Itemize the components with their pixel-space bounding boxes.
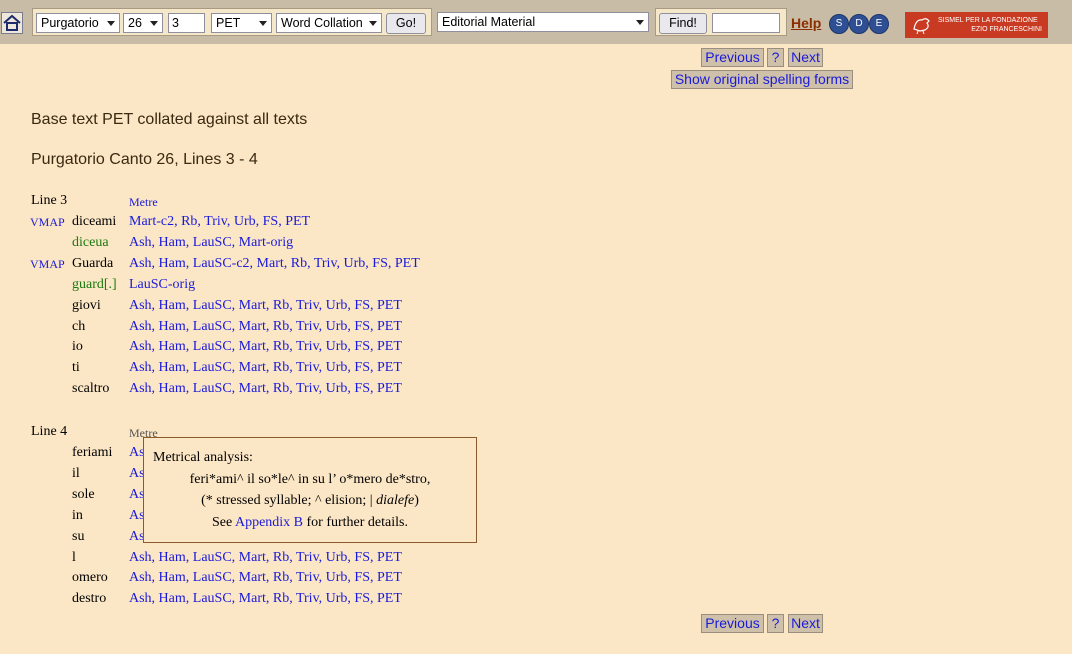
mode-value: Word Collation xyxy=(281,16,363,30)
metrical-analysis-popup: Metrical analysis: feri*ami^ il so*le^ i… xyxy=(143,437,477,543)
chevron-down-icon xyxy=(369,21,377,26)
vmap-link[interactable]: VMAP xyxy=(30,215,65,230)
witness-sigla-links[interactable]: Ash, Ham, LauSC, Mart, Rb, Triv, Urb, FS… xyxy=(129,339,402,355)
show-original-spelling-button[interactable]: Show original spelling forms xyxy=(671,70,853,89)
legend-dialefe: dialefe xyxy=(376,493,415,508)
base-text-value: PET xyxy=(216,16,241,30)
home-icon xyxy=(3,14,21,31)
collated-word: il xyxy=(72,465,80,481)
collated-word: l xyxy=(72,549,76,565)
canticle-select[interactable]: Purgatorio xyxy=(36,13,120,33)
witness-sigla-links[interactable]: Mart-c2, Rb, Triv, Urb, FS, PET xyxy=(129,214,310,230)
collated-word: in xyxy=(72,507,83,523)
collation-heading: Base text PET collated against all texts xyxy=(31,111,308,128)
sde-e-button[interactable]: E xyxy=(869,14,889,34)
witness-sigla-links[interactable]: Ash, Ham, LauSC, Mart, Rb, Triv, Urb, FS… xyxy=(129,570,402,586)
passage-heading: Purgatorio Canto 26, Lines 3 - 4 xyxy=(31,151,258,168)
next-button-bottom[interactable]: Next xyxy=(788,614,823,633)
canticle-value: Purgatorio xyxy=(41,16,99,30)
collated-word: diceami xyxy=(72,214,117,229)
collated-word: giovi xyxy=(72,297,101,313)
collated-word: feriami xyxy=(72,445,113,460)
see-text: See xyxy=(212,515,235,530)
mode-select[interactable]: Word Collation xyxy=(276,13,382,33)
logo-line-2: EZIO FRANCESCHINI xyxy=(971,26,1042,33)
collated-word: ch xyxy=(72,318,86,334)
previous-button-bottom[interactable]: Previous xyxy=(701,614,764,633)
vmap-link[interactable]: VMAP xyxy=(30,257,65,272)
base-text-select[interactable]: PET xyxy=(211,13,272,33)
witness-sigla-links[interactable]: Ash, Ham, LauSC, Mart, Rb, Triv, Urb, FS… xyxy=(129,591,402,607)
sde-s-button[interactable]: S xyxy=(829,14,849,34)
witness-sigla-links[interactable]: Ash, Ham, LauSC, Mart, Rb, Triv, Urb, FS… xyxy=(129,298,402,314)
sde-d-button[interactable]: D xyxy=(849,14,869,34)
chevron-down-icon xyxy=(259,21,267,26)
go-button[interactable]: Go! xyxy=(386,13,426,34)
legend-close: ) xyxy=(414,493,419,508)
witness-sigla-links[interactable]: Ash, Ham, LauSC, Mart, Rb, Triv, Urb, FS… xyxy=(129,550,402,566)
find-controls: Find! xyxy=(655,8,787,36)
collation-controls: Purgatorio 26 3 PET Word Collation Go! xyxy=(32,8,432,36)
rooster-icon xyxy=(913,18,930,35)
logo-line-1: SISMEL PER LA FONDAZIONE xyxy=(938,17,1038,24)
chevron-down-icon xyxy=(636,20,644,25)
witness-sigla-links[interactable]: Ash, Ham, LauSC, Mart, Rb, Triv, Urb, FS… xyxy=(129,319,402,335)
appendix-note: See Appendix B for further details. xyxy=(144,515,476,531)
legend-text: (* stressed syllable; ^ elision; | xyxy=(201,493,377,508)
witness-sigla-links[interactable]: Ash, Ham, LauSC, Mart, Rb, Triv, Urb, FS… xyxy=(129,381,402,397)
variant-word: guard[.] xyxy=(72,276,117,292)
chevron-down-icon xyxy=(150,21,158,26)
collated-word: destro xyxy=(72,591,107,607)
collated-word: omero xyxy=(72,570,108,586)
previous-button-top[interactable]: Previous xyxy=(701,48,764,67)
appendix-b-link[interactable]: Appendix B xyxy=(235,515,303,530)
witness-sigla-links[interactable]: Ash, Ham, LauSC, Mart, Rb, Triv, Urb, FS… xyxy=(129,360,402,376)
collated-word: io xyxy=(72,339,83,355)
metre-link[interactable]: Metre xyxy=(129,195,158,210)
popup-title: Metrical analysis: xyxy=(153,450,253,465)
help-question-button-top[interactable]: ? xyxy=(767,48,784,67)
help-link[interactable]: Help xyxy=(791,15,821,31)
home-button[interactable] xyxy=(1,12,23,34)
scansion-text: feri*ami^ il so*le^ in su l’ o*mero de*s… xyxy=(189,472,431,487)
canto-select[interactable]: 26 xyxy=(123,13,163,33)
chevron-down-icon xyxy=(107,21,115,26)
toolbar: Purgatorio 26 3 PET Word Collation Go! E… xyxy=(0,0,1072,44)
collated-word: ti xyxy=(72,360,80,376)
sismel-logo[interactable]: SISMEL PER LA FONDAZIONE EZIO FRANCESCHI… xyxy=(905,12,1048,38)
editorial-material-select[interactable]: Editorial Material xyxy=(437,12,649,32)
next-button-top[interactable]: Next xyxy=(788,48,823,67)
help-question-button-bottom[interactable]: ? xyxy=(767,614,784,633)
line-label: Line 4 xyxy=(31,424,68,439)
scansion-legend: (* stressed syllable; ^ elision; | diale… xyxy=(144,493,476,509)
find-input[interactable] xyxy=(712,13,780,33)
find-button[interactable]: Find! xyxy=(659,13,707,34)
witness-sigla-links[interactable]: Ash, Ham, LauSC, Mart-orig xyxy=(129,235,293,251)
witness-sigla-links[interactable]: LauSC-orig xyxy=(129,277,195,293)
editorial-material-value: Editorial Material xyxy=(442,15,536,29)
collated-word: su xyxy=(72,528,85,544)
collated-word: scaltro xyxy=(72,381,110,397)
line-label: Line 3 xyxy=(31,193,68,208)
collated-word: sole xyxy=(72,486,95,502)
canto-value: 26 xyxy=(128,16,142,30)
variant-word: diceua xyxy=(72,234,109,250)
collated-word: Guarda xyxy=(72,255,114,271)
line-input[interactable]: 3 xyxy=(168,13,205,33)
details-text: for further details. xyxy=(303,515,408,530)
witness-sigla-links[interactable]: Ash, Ham, LauSC-c2, Mart, Rb, Triv, Urb,… xyxy=(129,256,420,272)
